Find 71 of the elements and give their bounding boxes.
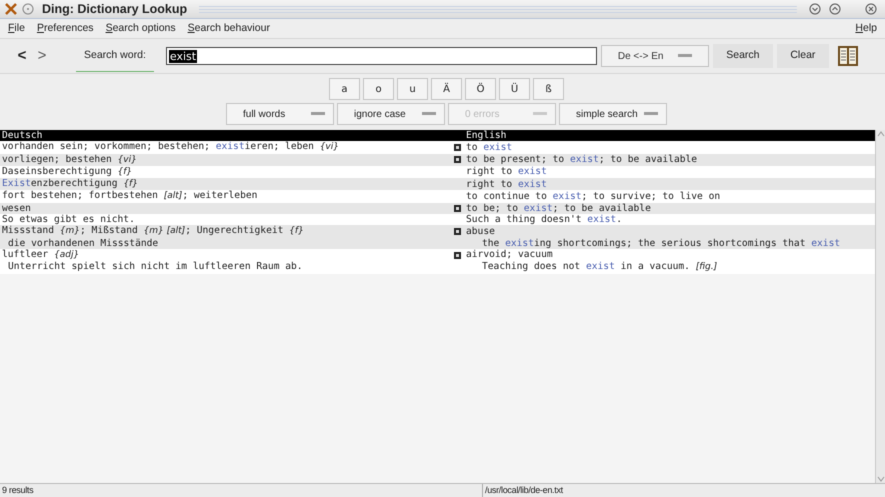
column-header[interactable]: English (450, 130, 875, 142)
table-cell-text: to be; to exist; to be available (465, 202, 651, 214)
table-cell-text: wesen (1, 202, 32, 214)
table-row[interactable]: Daseinsberechtigung {f} right to exist (0, 166, 875, 178)
table-cell-text: Unterricht spielt sich nicht im luftleeren Raum ab. (7, 261, 304, 274)
table-row[interactable]: luftleer {adj} airvoid; vacuum Unterricht spielt sich nicht im luftleeren Raum ab. Teaching does not exist in a vacuum. [fig.] (0, 248, 875, 274)
table-row[interactable]: vorhanden sein; vorkommen; bestehen; existieren; leben {vi} to exist (0, 141, 875, 154)
table-cell-text: vorliegen; bestehen {vi} (1, 154, 138, 166)
table-row[interactable]: Missstand {m}; Mißstand {m} [alt]; Ungerechtigkeit {f} abuse die vorhandenen Missstände the existing shortcomings; the serious shortcomings that exist (0, 225, 875, 249)
menu-item[interactable]: Help (855, 20, 877, 36)
character-button[interactable]: u (397, 78, 428, 100)
table-cell-text: die vorhandenen Missstände (7, 238, 160, 249)
menu-item[interactable]: Preferences (36, 20, 94, 36)
table-row[interactable]: So etwas gibt es nicht. Such a thing doesn't exist. (0, 214, 875, 226)
table-cell-text: Teaching does not exist in a vacuum. [fig.] (481, 261, 718, 274)
character-button[interactable]: o (363, 78, 394, 100)
status-text: 9 results (0, 484, 483, 497)
table-cell-text: vorhanden sein; vorkommen; bestehen; existieren; leben {vi} (1, 141, 340, 154)
language-dropdown[interactable]: De <-> En (600, 45, 709, 67)
menu-item[interactable]: File (8, 20, 25, 36)
search-field[interactable]: exist (166, 47, 597, 65)
dropdown-indicator-icon (678, 54, 692, 58)
option-dropdown[interactable]: ignore case (337, 103, 445, 125)
character-button[interactable]: Ü (499, 78, 530, 100)
table-cell-text: Such a thing doesn't exist. (465, 214, 622, 226)
table-row[interactable]: Existenzberechtigung {f} right to exist (0, 178, 875, 190)
table-cell-text: the existing shortcomings; the serious shortcomings that exist (481, 238, 842, 249)
table-cell-text: to be present; to exist; to be available (465, 154, 698, 166)
menu-item[interactable]: Search options (106, 20, 176, 36)
dropdown-indicator-icon (533, 112, 547, 116)
table-cell-text: abuse (465, 226, 495, 238)
back-button[interactable]: < (12, 44, 32, 68)
dropdown-indicator-icon (311, 112, 325, 116)
table-cell-text: to continue to exist; to survive; to live on (465, 190, 720, 202)
book-icon[interactable] (836, 45, 859, 67)
circle-icon[interactable] (22, 3, 34, 15)
table-cell-text: Missstand {m}; Mißstand {m} [alt]; Ungerechtigkeit {f} (1, 225, 305, 238)
character-button[interactable]: Ä (431, 78, 462, 100)
table-cell-text: right to exist (465, 178, 547, 190)
expand-icon[interactable] (454, 204, 460, 212)
search-label: Search word: (76, 40, 154, 72)
clear-button[interactable]: Clear (776, 44, 829, 68)
status-text: /usr/local/lib/de-en.txt (484, 484, 564, 497)
table-cell-text: to exist (465, 142, 512, 154)
table-cell-text: airvoid; vacuum (465, 249, 553, 261)
option-dropdown[interactable]: full words (226, 103, 334, 125)
search-button[interactable]: Search (712, 44, 773, 68)
window-title: Ding: Dictionary Lookup (42, 0, 188, 18)
table-cell-text: So etwas gibt es nicht. (1, 214, 136, 226)
character-button[interactable]: ß (533, 78, 564, 100)
character-button[interactable]: a (329, 78, 360, 100)
table-row[interactable]: fort bestehen; fortbestehen [alt]; weiterleben to continue to exist; to survive; to live on (0, 190, 875, 203)
table-cell-text: Existenzberechtigung {f} (1, 178, 139, 190)
table-cell-text: right to exist (465, 166, 547, 178)
minimize-icon[interactable] (809, 3, 821, 15)
table-cell-text: fort bestehen; fortbestehen [alt]; weiterleben (1, 190, 258, 203)
maximize-icon[interactable] (829, 3, 841, 15)
close-icon[interactable] (865, 3, 877, 15)
table-row[interactable]: vorliegen; bestehen {vi} to be present; to exist; to be available (0, 154, 875, 166)
dropdown-indicator-icon (422, 112, 436, 116)
column-header[interactable]: Deutsch (0, 130, 450, 142)
expand-icon[interactable] (454, 228, 460, 236)
table-row[interactable]: wesen to be; to exist; to be available (0, 202, 875, 214)
expand-icon[interactable] (454, 252, 460, 259)
dropdown-indicator-icon (644, 112, 658, 116)
character-button[interactable]: Ö (465, 78, 496, 100)
table-cell-text: Daseinsberechtigung {f} (1, 166, 134, 178)
table-cell-text: luftleer {adj} (1, 248, 80, 262)
forward-button[interactable]: > (32, 44, 52, 68)
menu-item[interactable]: Search behaviour (188, 20, 270, 36)
option-dropdown[interactable]: simple search (559, 103, 667, 125)
